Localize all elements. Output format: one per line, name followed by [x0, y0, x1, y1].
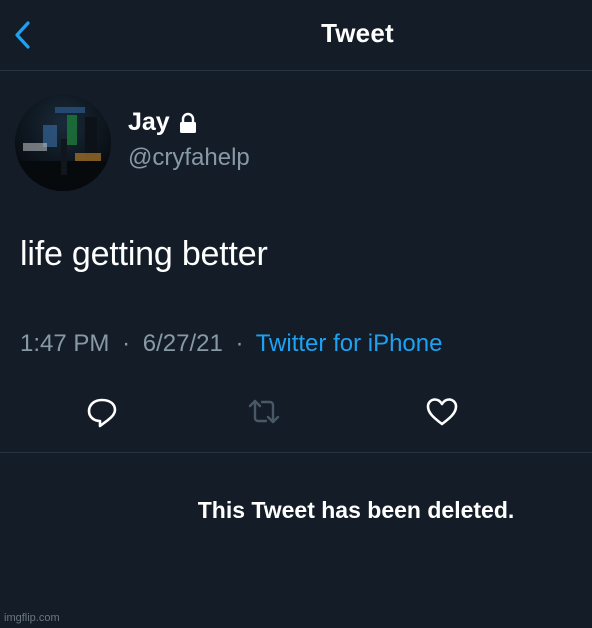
meta-separator: ·: [122, 330, 131, 357]
heart-icon: [426, 398, 458, 426]
tweet-source-link[interactable]: Twitter for iPhone: [256, 330, 443, 357]
top-bar: Tweet: [0, 0, 592, 71]
reply-button[interactable]: [84, 394, 120, 430]
tweet-screen: Tweet Jay @cryfahelp life getting better…: [0, 0, 592, 628]
tweet-actions: [0, 390, 592, 434]
display-name[interactable]: Jay: [128, 108, 198, 137]
retweet-button: [246, 394, 282, 430]
retweet-icon: [248, 399, 280, 424]
avatar[interactable]: [15, 95, 111, 191]
avatar-image: [15, 95, 111, 191]
lock-icon: [179, 112, 196, 133]
watermark: imgflip.com: [4, 612, 60, 624]
tweet-meta: 1:47 PM · 6/27/21 · Twitter for iPhone: [20, 330, 442, 358]
page-title: Tweet: [321, 18, 394, 48]
tweet-text: life getting better: [20, 235, 268, 273]
reply-icon: [87, 398, 117, 428]
tweet-date[interactable]: 6/27/21: [143, 330, 223, 357]
divider: [0, 452, 592, 453]
display-name-text: Jay: [128, 108, 170, 136]
user-handle[interactable]: @cryfahelp: [128, 144, 250, 172]
tweet-time: 1:47 PM: [20, 330, 110, 357]
deleted-notice: This Tweet has been deleted.: [197, 497, 515, 523]
meta-separator: ·: [235, 330, 244, 357]
like-button[interactable]: [424, 394, 460, 430]
